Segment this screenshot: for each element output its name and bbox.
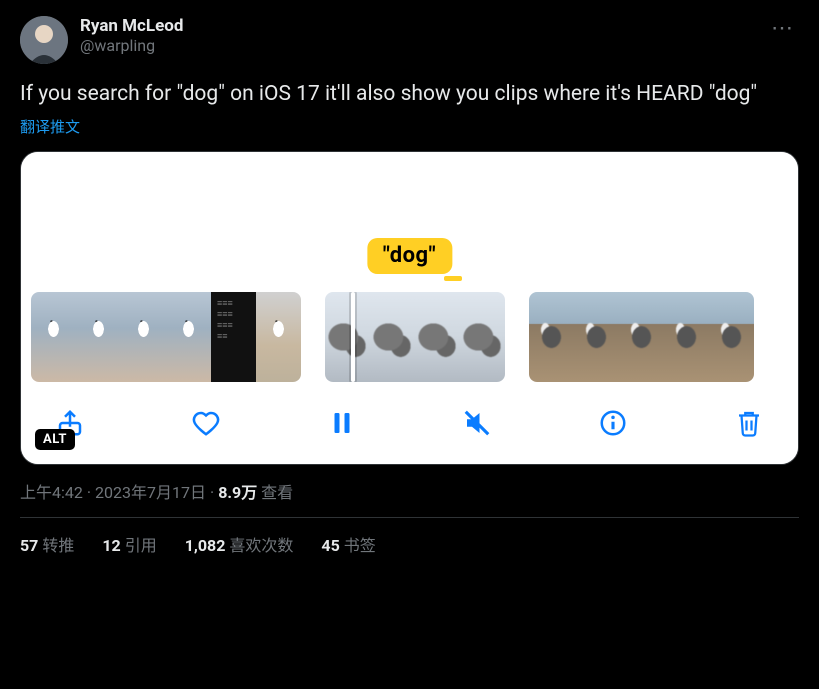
stat-quotes[interactable]: 12引用 bbox=[102, 532, 156, 556]
clip-thumbnail bbox=[415, 292, 460, 382]
tweet-meta: 上午4:42·2023年7月17日·8.9万 查看 bbox=[20, 479, 799, 503]
pause-icon[interactable] bbox=[323, 404, 361, 442]
media-attachment[interactable]: "dog" bbox=[20, 151, 799, 465]
playhead-indicator[interactable] bbox=[351, 292, 355, 382]
clip-thumbnail bbox=[325, 292, 370, 382]
heart-icon[interactable] bbox=[187, 404, 225, 442]
clip-thumbnail bbox=[166, 292, 211, 382]
clip-thumbnail bbox=[460, 292, 505, 382]
author-block[interactable]: Ryan McLeod @warpling bbox=[80, 16, 755, 56]
clip-group-1[interactable] bbox=[31, 292, 301, 382]
tweet-time[interactable]: 上午4:42 bbox=[20, 483, 83, 502]
stat-bookmarks[interactable]: 45书签 bbox=[321, 532, 375, 556]
media-toolbar bbox=[21, 394, 798, 464]
clip-group-2[interactable] bbox=[325, 292, 505, 382]
clip-thumbnail bbox=[370, 292, 415, 382]
stat-retweets[interactable]: 57转推 bbox=[20, 532, 74, 556]
clip-thumbnail bbox=[619, 292, 664, 382]
stat-likes[interactable]: 1,082喜欢次数 bbox=[185, 532, 294, 556]
views-label: 查看 bbox=[261, 483, 293, 502]
clip-thumbnail bbox=[121, 292, 166, 382]
clip-group-3[interactable] bbox=[529, 292, 754, 382]
clip-thumbnail bbox=[211, 292, 256, 382]
clip-thumbnail bbox=[256, 292, 301, 382]
clip-thumbnail bbox=[574, 292, 619, 382]
clip-thumbnail bbox=[709, 292, 754, 382]
tweet-stats: 57转推 12引用 1,082喜欢次数 45书签 bbox=[20, 518, 799, 556]
tweet-text: If you search for "dog" on iOS 17 it'll … bbox=[20, 80, 799, 108]
view-count: 8.9万 bbox=[218, 483, 257, 502]
search-term-chip: "dog" bbox=[367, 238, 452, 274]
clip-thumbnail bbox=[529, 292, 574, 382]
tweet-date[interactable]: 2023年7月17日 bbox=[95, 483, 206, 502]
alt-badge[interactable]: ALT bbox=[35, 429, 75, 450]
translate-link[interactable]: 翻译推文 bbox=[20, 116, 80, 137]
tweet-container: Ryan McLeod @warpling ⋯ If you search fo… bbox=[0, 0, 819, 566]
mute-icon[interactable] bbox=[458, 404, 496, 442]
user-handle: @warpling bbox=[80, 36, 755, 55]
info-icon[interactable] bbox=[594, 404, 632, 442]
avatar[interactable] bbox=[20, 16, 68, 64]
clip-thumbnail bbox=[76, 292, 121, 382]
media-whitespace bbox=[21, 152, 798, 246]
playhead-tick bbox=[444, 276, 462, 281]
clip-thumbnail bbox=[31, 292, 76, 382]
tweet-header: Ryan McLeod @warpling ⋯ bbox=[20, 16, 799, 64]
more-options-button[interactable]: ⋯ bbox=[767, 16, 799, 42]
clip-thumbnail bbox=[664, 292, 709, 382]
display-name: Ryan McLeod bbox=[80, 16, 755, 36]
trash-icon[interactable] bbox=[730, 404, 768, 442]
